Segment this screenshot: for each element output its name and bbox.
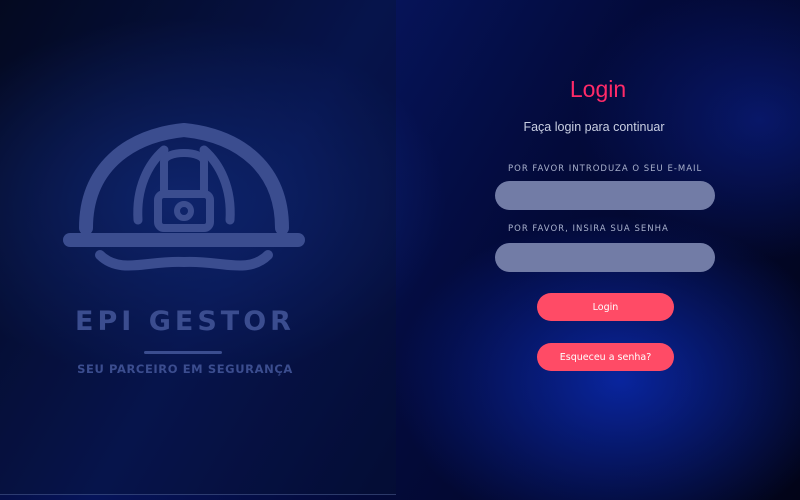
login-subtitle: Faça login para continuar [523,120,665,134]
login-page: EPI GESTOR SEU PARCEIRO EM SEGURANÇA Log… [0,0,800,500]
brand-tagline: SEU PARCEIRO EM SEGURANÇA [77,362,293,376]
forgot-password-button[interactable]: Esqueceu a senha? [537,343,674,371]
email-label: POR FAVOR INTRODUZA O SEU E-MAIL [508,164,703,174]
brand-logo: EPI GESTOR SEU PARCEIRO EM SEGURANÇA [40,110,330,390]
password-field[interactable] [495,243,715,272]
login-title: Login [569,76,627,102]
brand-divider [144,351,222,354]
brand-title: EPI GESTOR [75,306,295,337]
login-button[interactable]: Login [537,293,674,321]
brand-panel: EPI GESTOR SEU PARCEIRO EM SEGURANÇA [0,0,396,495]
password-label: POR FAVOR, INSIRA SUA SENHA [508,224,669,234]
login-panel: Login Faça login para continuar POR FAVO… [396,0,800,500]
hard-hat-icon [63,123,305,271]
email-field[interactable] [495,181,715,210]
